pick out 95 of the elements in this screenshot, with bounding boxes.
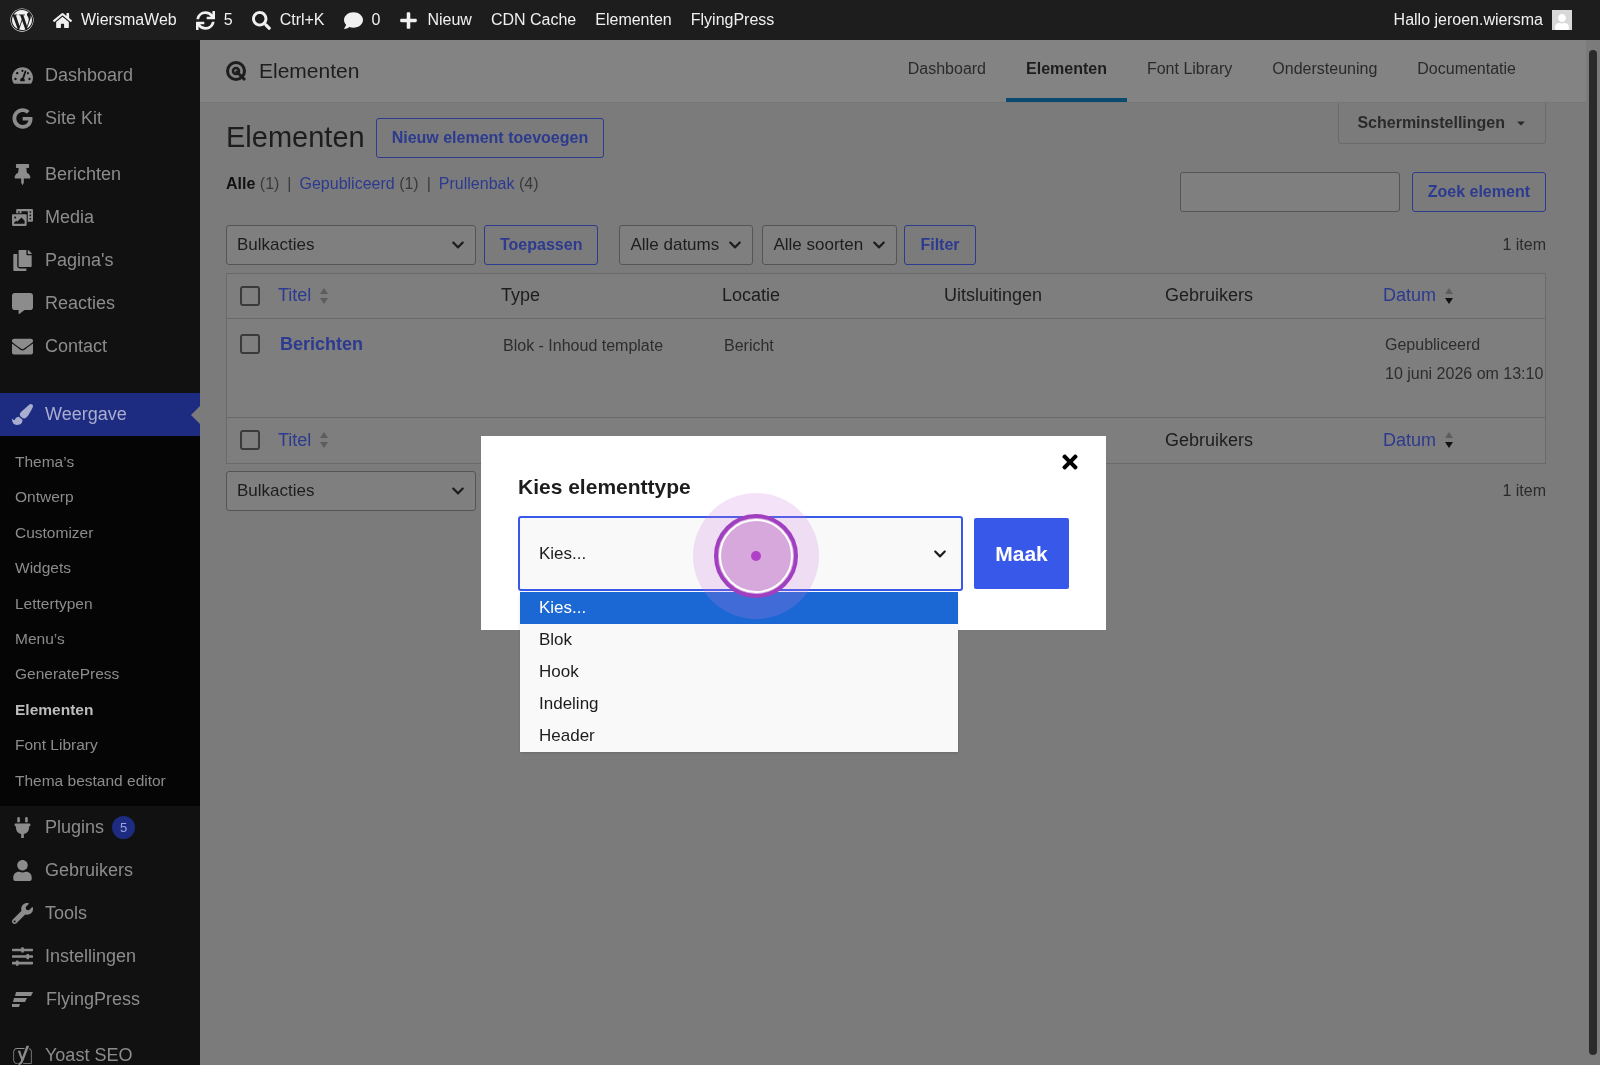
dropdown-option[interactable]: Blok: [520, 624, 958, 656]
table-cell: Blok - Inhoud template: [503, 336, 664, 354]
nav-tab[interactable]: Elementen: [1006, 40, 1127, 102]
column-header: Type: [501, 284, 541, 307]
y-logo-icon: [12, 1044, 33, 1065]
item-count: 1 item: [1502, 234, 1546, 255]
plugin-title: Elementen: [259, 58, 360, 85]
speed-lines-icon: [12, 991, 34, 1008]
dropdown-option[interactable]: Indeling: [520, 688, 958, 720]
column-header: Gebruikers: [1165, 428, 1254, 452]
w-logo-icon: [10, 8, 34, 32]
column-header: Uitsluitingen: [944, 284, 1043, 307]
toolbar-link[interactable]: 5: [195, 8, 233, 32]
bulk-actions-select[interactable]: Bulkacties: [226, 224, 476, 265]
submenu-item[interactable]: Lettertypen: [0, 585, 200, 621]
submenu-item[interactable]: Elementen: [0, 691, 200, 728]
sidebar-item[interactable]: Tools: [0, 891, 200, 935]
search-icon: [251, 10, 271, 30]
home-icon: [53, 10, 72, 30]
dropdown-option[interactable]: Header: [520, 720, 958, 752]
toolbar-link[interactable]: Ctrl+K: [251, 8, 325, 32]
envelope-icon: [12, 336, 33, 357]
sidebar-item[interactable]: Gebruikers: [0, 848, 200, 892]
plus-icon: [399, 10, 419, 30]
submenu-item[interactable]: Thema bestand editor: [0, 762, 200, 798]
plug-icon: [12, 816, 33, 838]
search-input[interactable]: [1179, 171, 1400, 212]
dropdown-option[interactable]: Hook: [520, 656, 958, 688]
nav-tab[interactable]: Ondersteuning: [1252, 40, 1398, 102]
nav-tab[interactable]: Font Library: [1126, 40, 1253, 102]
pin-icon: [12, 164, 33, 185]
submenu-item[interactable]: Font Library: [0, 727, 200, 763]
checkbox[interactable]: [240, 333, 260, 354]
nav-tab[interactable]: Documentatie: [1397, 40, 1536, 102]
sliders-icon: [12, 945, 33, 967]
date-filter-select[interactable]: Alle datums: [619, 224, 754, 265]
toolbar-link[interactable]: FlyingPress: [690, 8, 775, 32]
sidebar-item[interactable]: Berichten: [0, 153, 200, 196]
avatar-icon: [1552, 10, 1572, 30]
table-cell-text: Gepubliceerd: [1385, 334, 1482, 355]
screen-options-button[interactable]: Scherminstellingen: [1338, 103, 1546, 144]
separator: |: [287, 173, 292, 194]
current-pointer-icon: [191, 406, 200, 424]
submenu-item[interactable]: Menu’s: [0, 620, 200, 657]
refresh-icon: [195, 10, 215, 30]
submenu-item[interactable]: Customizer: [0, 514, 200, 551]
toolbar-link[interactable]: CDN Cache: [490, 8, 577, 32]
sidebar-item[interactable]: Plugins 5: [0, 805, 200, 849]
brush-icon: [12, 404, 33, 425]
toolbar-link[interactable]: 0: [343, 8, 381, 32]
sidebar-item[interactable]: Reacties: [0, 282, 200, 325]
column-header: Gebruikers: [1165, 284, 1254, 307]
status-filter-link[interactable]: Alle (1): [226, 171, 280, 196]
modal-title: Kies elementtype: [518, 474, 692, 500]
create-button[interactable]: Maak: [974, 518, 1069, 589]
item-count: 1 item: [1502, 480, 1546, 501]
toolbar-link[interactable]: Nieuw: [399, 8, 472, 32]
media-icon: [12, 207, 33, 228]
sidebar-item[interactable]: Weergave: [0, 393, 200, 436]
wrench-icon: [12, 902, 33, 924]
user-icon: [12, 859, 33, 881]
type-filter-select[interactable]: Alle soorten: [762, 224, 898, 265]
g-letter-icon: [12, 108, 33, 129]
submenu-item[interactable]: Ontwerp: [0, 479, 200, 515]
column-header: Locatie: [722, 284, 781, 307]
separator: |: [426, 173, 431, 194]
sidebar-item[interactable]: Site Kit: [0, 97, 200, 140]
toolbar-link[interactable]: Elementen: [595, 8, 672, 32]
nav-tab[interactable]: Dashboard: [887, 40, 1006, 102]
pages-icon: [12, 250, 33, 271]
bulk-actions-select[interactable]: Bulkacties: [226, 470, 476, 511]
page-heading: Elementen: [226, 120, 365, 155]
submenu-item[interactable]: Widgets: [0, 550, 200, 586]
checkbox[interactable]: [240, 430, 260, 450]
speech-bubble-icon: [12, 293, 33, 314]
submenu-item[interactable]: GeneratePress: [0, 656, 200, 692]
sidebar-item[interactable]: Yoast SEO: [0, 1033, 200, 1065]
sidebar-item[interactable]: Instellingen: [0, 934, 200, 978]
sidebar-item[interactable]: Dashboard: [0, 54, 200, 97]
table-cell: Bericht: [724, 336, 774, 354]
count-badge: 5: [112, 815, 136, 839]
submenu-item[interactable]: Thema’s: [0, 444, 200, 480]
checkbox[interactable]: [240, 285, 260, 306]
sidebar-item[interactable]: FlyingPress: [0, 977, 200, 1021]
logo-link[interactable]: [10, 8, 34, 32]
plugin-logo-icon: [225, 60, 247, 82]
gauge-icon: [12, 65, 33, 86]
account-link[interactable]: Hallo jeroen.wiersma: [1393, 8, 1572, 32]
sidebar-item[interactable]: Media: [0, 196, 200, 239]
sidebar-item[interactable]: Contact: [0, 325, 200, 368]
table-cell-text: 10 juni 2026 om 13:10: [1385, 363, 1544, 384]
dropdown-option[interactable]: Kies...: [520, 592, 958, 624]
sidebar-item[interactable]: Pagina's: [0, 239, 200, 282]
speech-bubble-icon: [343, 10, 363, 30]
toolbar-link[interactable]: WiersmaWeb: [53, 8, 177, 32]
